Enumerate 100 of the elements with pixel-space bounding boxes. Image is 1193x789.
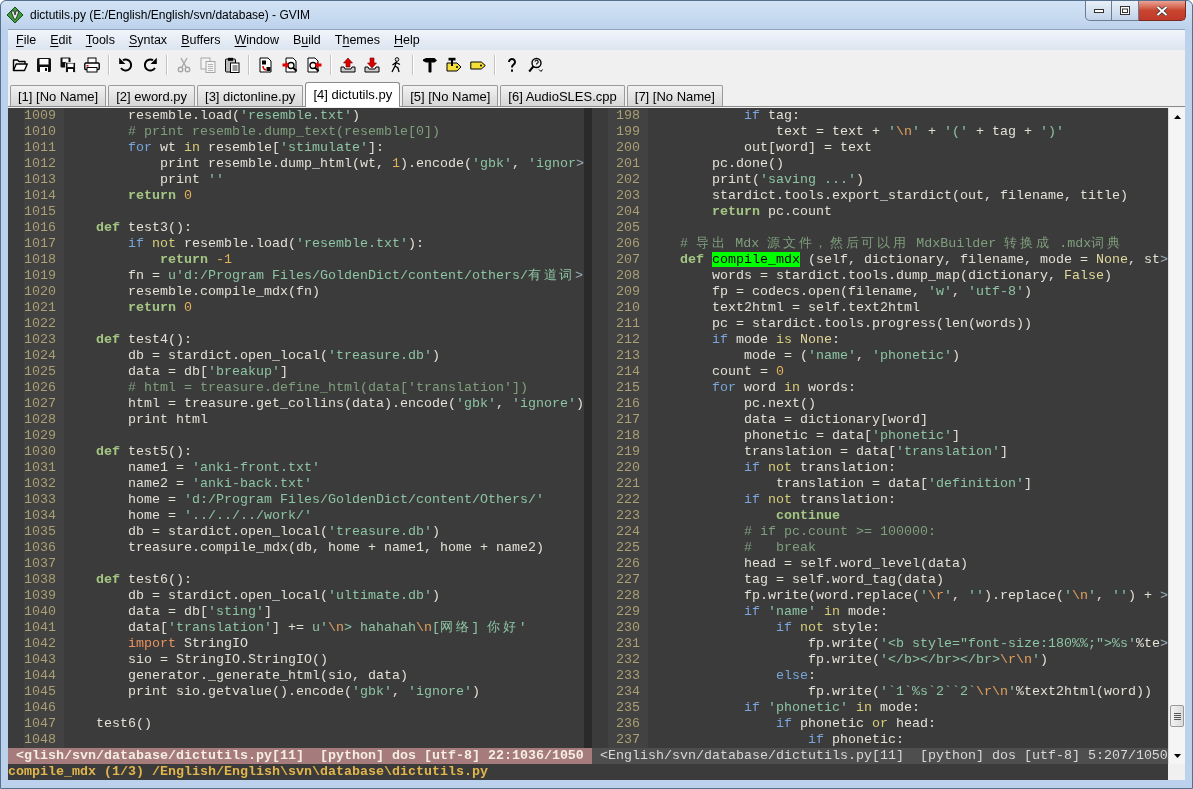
tab[interactable]: [1] [No Name] [10,85,107,106]
code-line: return -1 [160,252,232,267]
code-line: fn = u'd:/Program Files/GoldenDict/content/others/有道词> [128,268,583,283]
tab[interactable]: [5] [No Name] [402,85,499,106]
line-number: 1018 [24,252,56,268]
line-number: 201 [616,156,640,172]
code-line: if 'phonetic' in mode: [744,700,920,715]
code-line: # html = treasure.define_html(data['translation']) [128,380,528,395]
maximize-button[interactable] [1112,1,1139,21]
menu-item[interactable]: Edit [43,30,79,50]
code-line: def test6(): [96,572,192,587]
save-all-icon[interactable] [60,57,76,73]
code-line: db = stardict.open_local('treasure.db') [128,348,440,363]
tray-up-arrow-icon[interactable] [340,57,356,73]
magnifier-icon[interactable] [528,57,544,73]
menu-item[interactable]: Build [286,30,328,50]
line-number: 1026 [24,380,56,396]
document-search-icon[interactable] [306,57,322,73]
line-number: 223 [616,508,640,524]
caret-up-icon[interactable] [1173,114,1181,119]
scrollbar-thumb[interactable] [1170,705,1184,727]
line-number: 1023 [24,332,56,348]
line-number: 220 [616,460,640,476]
printer-icon[interactable] [84,57,100,73]
code-line: tag = self.word_tag(data) [744,572,944,587]
line-number: 1034 [24,508,56,524]
code-line: sio = StringIO.StringIO() [128,652,328,667]
line-number: 213 [616,348,640,364]
line-number: 235 [616,700,640,716]
save-icon[interactable] [36,57,52,73]
tab[interactable]: [2] eword.py [108,85,196,106]
code-line: def test5(): [96,444,192,459]
code-line: return 0 [128,188,192,203]
line-number: 1015 [24,204,56,220]
line-number: 1035 [24,524,56,540]
line-number: 1012 [24,156,56,172]
menu-item[interactable]: Tools [78,30,122,50]
menu-item[interactable]: Help [387,30,427,50]
undo-icon[interactable] [118,57,134,73]
line-number: 237 [616,732,640,748]
code-line: # print resemble.dump_text(resemble[0]) [128,124,440,139]
code-line: for word in words: [712,380,856,395]
line-number: 1011 [24,140,56,156]
code-line: pc = stardict.tools.progress(len(words)) [712,316,1032,331]
hammer-icon[interactable] [422,57,438,73]
clipboard-icon[interactable] [224,57,240,73]
close-button[interactable] [1139,1,1186,21]
tab[interactable]: [6] AudioSLES.cpp [500,85,625,106]
code-line: data = db['sting'] [128,604,272,619]
scrollbar[interactable] [1168,108,1185,764]
document-arrow-icon[interactable] [258,57,274,73]
code-line: translation = data['definition'] [776,476,1032,491]
menu-item[interactable]: Themes [327,30,387,50]
status-line: <glish/svn/database/dictutils.py[11] [python] dos [utf-8] 22:1036/1050 [16,748,584,763]
line-number: 1047 [24,716,56,732]
minimize-button[interactable] [1085,1,1112,21]
status-line: <English/svn/database/dictutils.py[11] [python] dos [utf-8] 5:207/1050 [600,748,1168,763]
code-line: if not translation: [744,460,896,475]
tab[interactable]: [4] dictutils.py [305,82,401,107]
code-line: # break [744,540,816,555]
tab[interactable]: [3] dictonline.py [197,85,304,106]
line-number: 1041 [24,620,56,636]
code-line: fp.write('`1`%s`2``2`\r\n'%text2html(word)) [807,684,1152,699]
line-number: 216 [616,396,640,412]
line-number: 206 [616,236,640,252]
tab[interactable]: [7] [No Name] [626,85,723,106]
line-number: 1032 [24,476,56,492]
line-number: 1030 [24,444,56,460]
line-number: 1048 [24,732,56,748]
line-number: 1043 [24,652,56,668]
caret-down-icon[interactable] [1173,753,1181,758]
line-number: 1019 [24,268,56,284]
menu-item[interactable]: Buffers [174,30,228,50]
line-number: 214 [616,364,640,380]
line-number: 217 [616,412,640,428]
redo-icon[interactable] [142,57,158,73]
menu-item[interactable]: File [9,30,44,50]
code-line: return 0 [128,300,192,315]
code-line: if phonetic or head: [776,716,936,731]
hammer-tag-icon[interactable] [446,57,462,73]
line-number: 1027 [24,396,56,412]
close-icon [1156,5,1168,16]
line-number: 1021 [24,300,56,316]
line-number: 1036 [24,540,56,556]
document-search-icon[interactable] [282,57,298,73]
line-number: 1022 [24,316,56,332]
folder-icon[interactable] [12,57,28,73]
line-number: 231 [616,636,640,652]
code-line: fp.write(word.replace('\r', '').replace('\n', '') + > [744,588,1168,603]
code-line: count = 0 [712,364,784,379]
code-line: # if pc.count >= 100000: [744,524,936,539]
tray-down-arrow-icon[interactable] [364,57,380,73]
code-line: resemble.compile_mdx(fn) [128,284,320,299]
code-line: if not resemble.load('resemble.txt'): [128,236,424,251]
line-number: 232 [616,652,640,668]
menu-item[interactable]: Syntax [121,30,175,50]
code-line: fp.write('<b style="font-size:180%%;">%s'%te> [807,636,1168,651]
line-number: 1037 [24,556,56,572]
menu-item[interactable]: Window [227,30,286,50]
line-number: 1045 [24,684,56,700]
